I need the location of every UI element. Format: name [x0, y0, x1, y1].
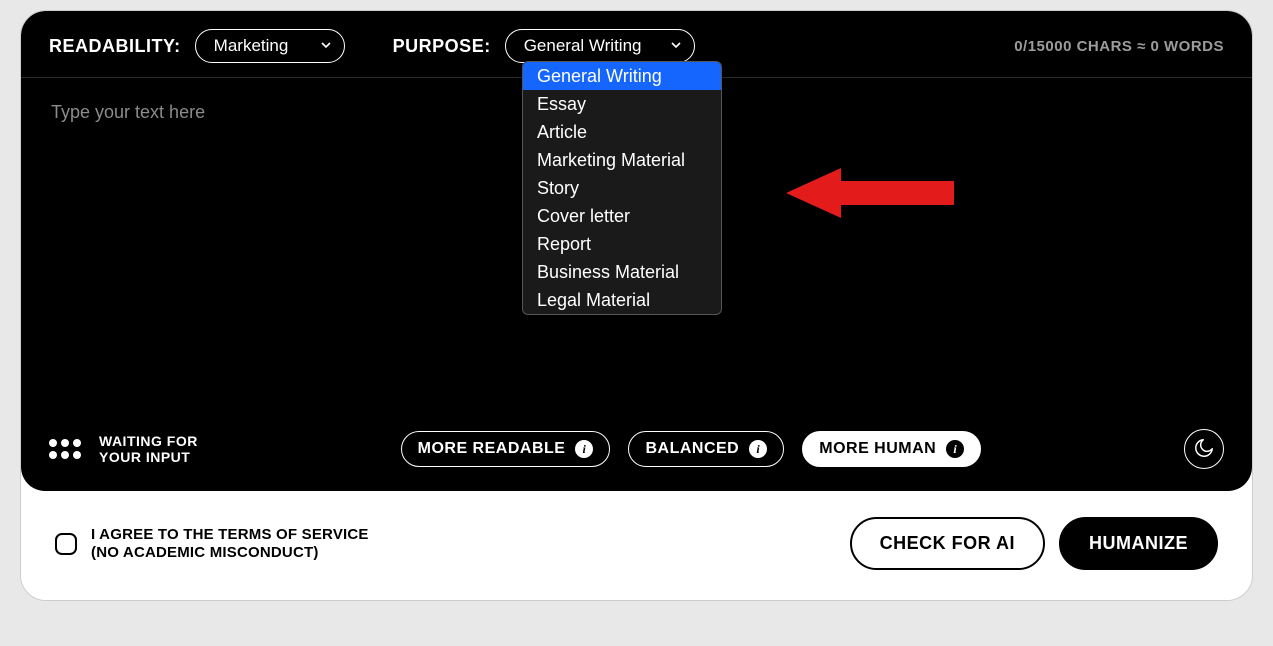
readability-label: READABILITY:	[49, 36, 181, 57]
purpose-option[interactable]: Marketing Material	[523, 146, 721, 174]
purpose-label: PURPOSE:	[393, 36, 491, 57]
purpose-option[interactable]: Article	[523, 118, 721, 146]
purpose-select[interactable]: General Writing	[505, 29, 695, 63]
moon-icon	[1193, 437, 1215, 462]
status-dots-icon	[49, 439, 81, 459]
editor-panel: READABILITY: Marketing PURPOSE: General …	[21, 11, 1252, 491]
purpose-value: General Writing	[524, 36, 642, 56]
text-placeholder: Type your text here	[51, 102, 205, 122]
theme-toggle-button[interactable]	[1184, 429, 1224, 469]
purpose-option[interactable]: Cover letter	[523, 202, 721, 230]
terms-checkbox[interactable]	[55, 533, 77, 555]
char-counter: 0/15000 CHARS ≈ 0 WORDS	[1014, 38, 1224, 55]
readability-select[interactable]: Marketing	[195, 29, 345, 63]
mode-more-readable[interactable]: MORE READABLE i	[401, 431, 611, 467]
terms-text: I AGREE TO THE TERMS OF SERVICE (NO ACAD…	[91, 526, 369, 562]
humanize-button[interactable]: HUMANIZE	[1059, 517, 1218, 570]
status-line-1: WAITING FOR	[99, 433, 198, 449]
status-line-2: YOUR INPUT	[99, 449, 198, 465]
app-card: READABILITY: Marketing PURPOSE: General …	[20, 10, 1253, 601]
mode-more-human[interactable]: MORE HUMAN i	[802, 431, 981, 467]
purpose-group: PURPOSE: General Writing	[393, 29, 695, 63]
purpose-option[interactable]: Report	[523, 230, 721, 258]
purpose-option[interactable]: Business Material	[523, 258, 721, 286]
mode-balanced[interactable]: BALANCED i	[628, 431, 784, 467]
bottom-row: WAITING FOR YOUR INPUT MORE READABLE i B…	[21, 413, 1252, 491]
footer: I AGREE TO THE TERMS OF SERVICE (NO ACAD…	[21, 491, 1252, 600]
chevron-down-icon	[670, 36, 682, 56]
purpose-option[interactable]: Story	[523, 174, 721, 202]
status-text: WAITING FOR YOUR INPUT	[99, 433, 198, 465]
info-icon: i	[946, 440, 964, 458]
check-for-ai-button[interactable]: CHECK FOR AI	[850, 517, 1045, 570]
mode-label: BALANCED	[645, 440, 739, 458]
terms-line-2: (NO ACADEMIC MISCONDUCT)	[91, 544, 369, 562]
mode-label: MORE HUMAN	[819, 440, 936, 458]
mode-label: MORE READABLE	[418, 440, 566, 458]
readability-value: Marketing	[214, 36, 289, 56]
info-icon: i	[749, 440, 767, 458]
info-icon: i	[575, 440, 593, 458]
purpose-dropdown-menu: General WritingEssayArticleMarketing Mat…	[522, 61, 722, 315]
purpose-option[interactable]: Essay	[523, 90, 721, 118]
chevron-down-icon	[320, 36, 332, 56]
terms-line-1: I AGREE TO THE TERMS OF SERVICE	[91, 526, 369, 544]
purpose-option[interactable]: Legal Material	[523, 286, 721, 314]
purpose-option[interactable]: General Writing	[523, 62, 721, 90]
